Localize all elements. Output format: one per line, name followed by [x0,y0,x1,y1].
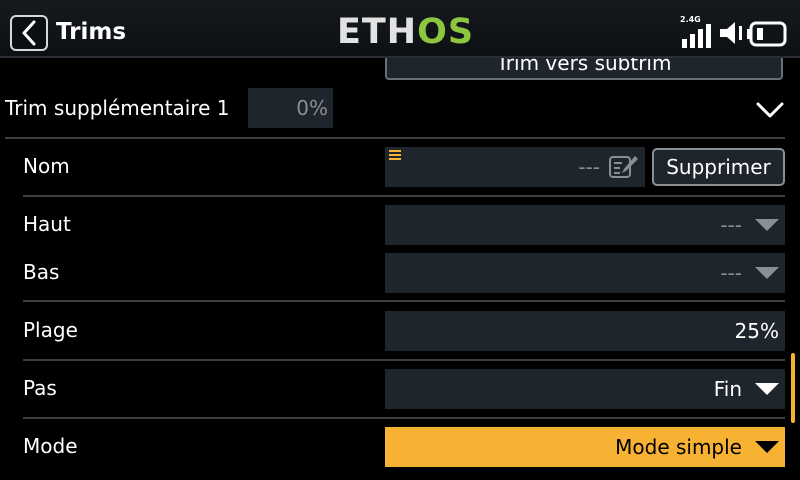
name-label: Nom [23,154,70,178]
back-button[interactable] [10,15,48,51]
drag-handle-icon [389,149,401,161]
mode-dropdown[interactable]: Mode simple [385,427,785,467]
down-dropdown[interactable]: --- [385,253,785,293]
trim-to-subtrim-button-clip: Trim vers subtrim [385,58,783,80]
step-label: Pas [23,376,57,400]
scrollbar-thumb[interactable] [791,353,795,423]
up-dropdown[interactable]: --- [385,205,785,245]
mode-value: Mode simple [615,435,742,459]
step-dropdown[interactable]: Fin [385,369,785,409]
name-field[interactable]: --- [385,147,645,187]
row-divider [23,195,785,197]
dropdown-triangle-icon [755,219,779,231]
row-divider [23,359,785,361]
up-value: --- [720,213,742,237]
signal-bars-icon [682,24,711,48]
dropdown-triangle-icon [755,441,779,453]
range-field[interactable]: 25% [385,311,785,351]
row-divider [23,417,785,419]
trim-value: 0% [296,96,328,120]
battery-icon [747,21,787,47]
down-label: Bas [23,260,60,284]
page-title: Trims [56,19,127,45]
signal-indicator: 2.4G [680,16,720,48]
trim-section-label: Trim supplémentaire 1 [5,96,230,120]
dropdown-triangle-icon [755,267,779,279]
ethos-logo: ETHOS [337,12,475,52]
chevron-down-icon[interactable] [756,101,784,119]
row-divider [23,300,785,302]
down-value: --- [720,261,742,285]
trim-to-subtrim-button[interactable]: Trim vers subtrim [385,58,783,80]
trim-value-field: 0% [248,88,333,128]
edit-icon[interactable] [608,153,640,181]
dropdown-triangle-icon [755,383,779,395]
back-arrow-icon [22,20,36,46]
step-value: Fin [713,377,742,401]
section-divider [5,137,785,139]
range-value: 25% [734,319,779,343]
speaker-icon [720,22,742,44]
mode-label: Mode [23,434,78,458]
name-value: --- [578,155,600,179]
range-label: Plage [23,318,78,342]
up-label: Haut [23,212,71,236]
delete-button[interactable]: Supprimer [652,148,785,186]
